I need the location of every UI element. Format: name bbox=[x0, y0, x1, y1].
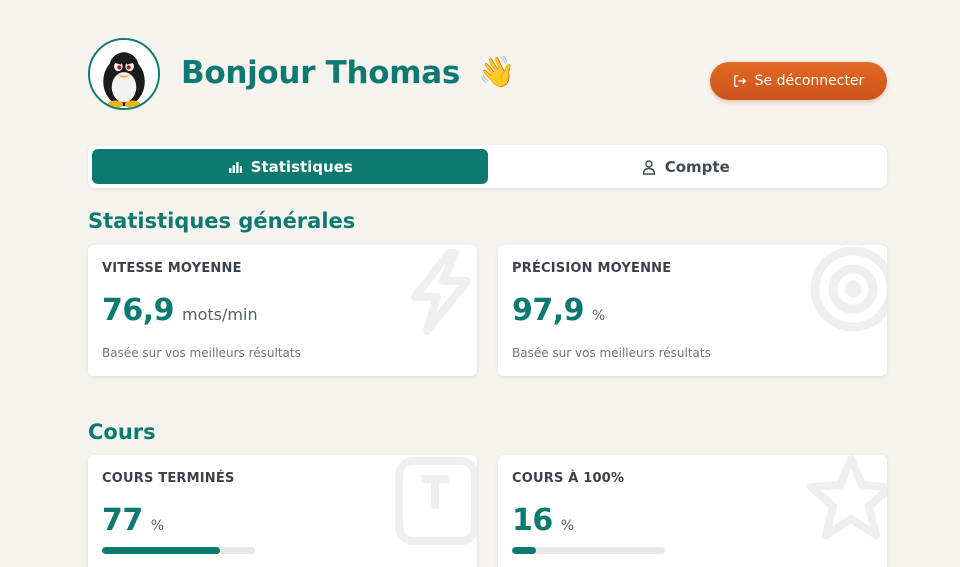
precision-note: Basée sur vos meilleurs résultats bbox=[512, 346, 711, 360]
courses-completed-value-group: 77 % bbox=[102, 503, 164, 538]
logout-icon bbox=[733, 75, 746, 87]
wave-hand-icon: 👋 bbox=[478, 55, 516, 90]
speed-note: Basée sur vos meilleurs résultats bbox=[102, 346, 301, 360]
speed-value: 76,9 bbox=[102, 293, 175, 328]
key-t-icon bbox=[395, 457, 477, 545]
precision-value: 97,9 bbox=[512, 293, 585, 328]
speed-value-group: 76,9 mots/min bbox=[102, 293, 258, 328]
courses-perfect-value: 16 bbox=[512, 503, 553, 538]
tab-statistics-label: Statistiques bbox=[250, 157, 353, 176]
tab-bar: Statistiques Compte bbox=[88, 145, 887, 188]
courses-completed-value: 77 bbox=[102, 503, 143, 538]
section-title-courses: Cours bbox=[88, 420, 156, 444]
courses-completed-label: COURS TERMINÉS bbox=[102, 471, 235, 486]
lightning-icon bbox=[411, 249, 471, 335]
bar-chart-icon bbox=[228, 161, 242, 173]
tab-account-label: Compte bbox=[664, 157, 730, 176]
speed-label: VITESSE MOYENNE bbox=[102, 261, 242, 276]
target-icon bbox=[810, 246, 887, 332]
avatar bbox=[88, 38, 160, 110]
logout-label: Se déconnecter bbox=[754, 73, 865, 89]
greeting: Bonjour Thomas 👋 bbox=[181, 50, 515, 96]
precision-card: PRÉCISION MOYENNE 97,9 % Basée sur vos m… bbox=[498, 245, 887, 376]
courses-perfect-card: COURS À 100% 16 % bbox=[498, 455, 887, 567]
courses-perfect-progress bbox=[512, 547, 665, 554]
tab-statistics[interactable]: Statistiques bbox=[92, 149, 488, 184]
courses-perfect-label: COURS À 100% bbox=[512, 471, 625, 486]
page-title: Bonjour Thomas bbox=[181, 55, 461, 91]
courses-completed-card: COURS TERMINÉS 77 % bbox=[88, 455, 477, 567]
penguin-avatar-icon bbox=[90, 40, 158, 108]
precision-label: PRÉCISION MOYENNE bbox=[512, 261, 672, 276]
star-icon bbox=[807, 455, 887, 539]
tab-account[interactable]: Compte bbox=[488, 149, 884, 184]
section-title-general: Statistiques générales bbox=[88, 209, 356, 233]
precision-value-group: 97,9 % bbox=[512, 293, 605, 328]
user-icon bbox=[642, 159, 655, 175]
courses-perfect-unit: % bbox=[560, 518, 575, 534]
logout-button[interactable]: Se déconnecter bbox=[710, 62, 887, 100]
courses-completed-progress-fill bbox=[102, 547, 220, 554]
precision-unit: % bbox=[592, 308, 606, 324]
courses-perfect-progress-fill bbox=[512, 547, 537, 554]
speed-unit: mots/min bbox=[182, 305, 258, 324]
courses-completed-unit: % bbox=[150, 518, 165, 534]
courses-perfect-value-group: 16 % bbox=[512, 503, 574, 538]
speed-card: VITESSE MOYENNE 76,9 mots/min Basée sur … bbox=[88, 245, 477, 376]
courses-completed-progress bbox=[102, 547, 255, 554]
